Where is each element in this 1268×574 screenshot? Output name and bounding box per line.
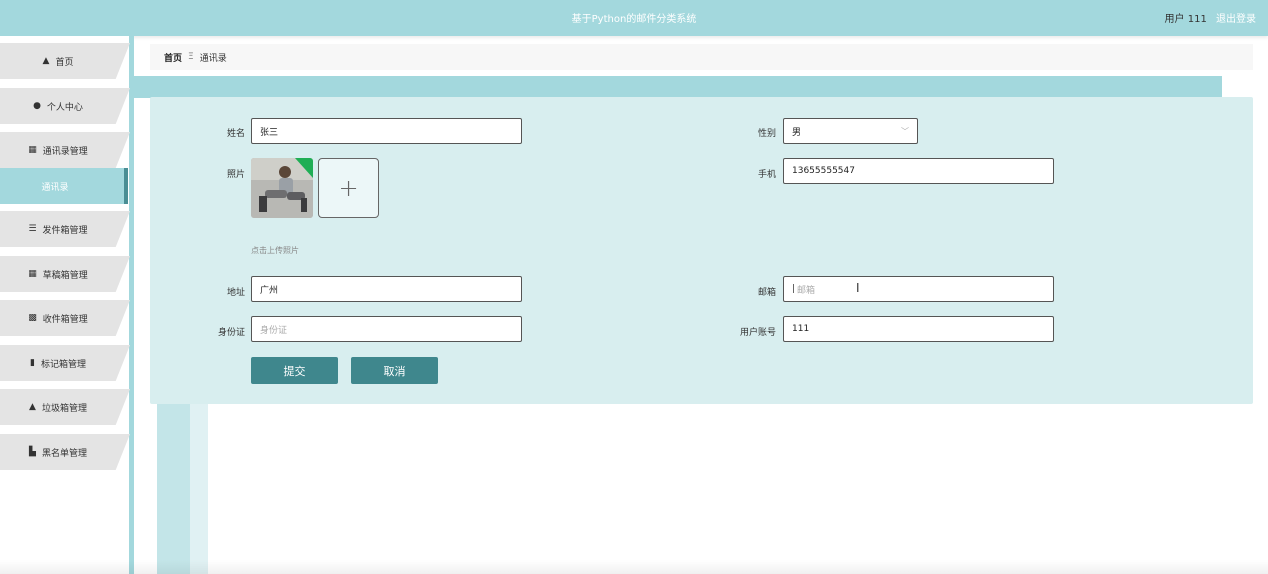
breadcrumb-home[interactable]: 首页: [164, 51, 182, 64]
email-label: 邮箱: [757, 288, 776, 298]
book-icon: ▙: [29, 447, 36, 457]
chevron-down-icon: ﹀: [901, 127, 909, 136]
sidebar-item-profile[interactable]: ● 个人中心: [0, 88, 130, 124]
grid-icon: ▦: [28, 145, 37, 155]
sidebar-item-label: 收件箱管理: [42, 314, 88, 325]
photo-label: 照片: [226, 170, 245, 180]
idcard-input[interactable]: 身份证: [251, 316, 522, 342]
contact-photo[interactable]: [251, 158, 313, 218]
email-input[interactable]: | 邮箱: [783, 276, 1054, 302]
bottom-shadow: [0, 560, 1268, 574]
phone-label: 手机: [757, 170, 776, 180]
sidebar-item-label: 通讯录: [41, 182, 69, 193]
sidebar-item-label: 发件箱管理: [42, 225, 88, 236]
name-input[interactable]: 张三: [251, 118, 522, 144]
plus-icon: +: [338, 174, 359, 202]
upload-hint-text: 点击上传照片: [251, 246, 299, 255]
text-cursor-icon: I: [856, 281, 860, 295]
cancel-button[interactable]: 取消: [351, 357, 438, 384]
user-area: 用户 111 退出登录: [1165, 10, 1256, 25]
sidebar-item-label: 首页: [55, 57, 74, 68]
account-input[interactable]: 111: [783, 316, 1054, 342]
sidebar-item-drafts-management[interactable]: ▦ 草稿箱管理: [0, 256, 130, 292]
sidebar-item-label: 个人中心: [46, 102, 83, 113]
gender-selected-value: 男: [792, 127, 802, 138]
content-decoration-top: [134, 76, 1222, 98]
sidebar-item-label: 标记箱管理: [40, 359, 86, 370]
sidebar-item-trash-management[interactable]: ▲ 垃圾箱管理: [0, 389, 130, 425]
grid-icon: ▦: [28, 269, 37, 279]
submit-button[interactable]: 提交: [251, 357, 338, 384]
gender-label: 性别: [757, 129, 776, 139]
app-title: 基于Python的邮件分类系统: [571, 14, 697, 25]
bar-chart-icon: ▮: [30, 358, 35, 368]
address-label: 地址: [226, 288, 245, 298]
sidebar-item-contacts-management[interactable]: ▦ 通讯录管理: [0, 132, 130, 168]
sidebar-item-label: 草稿箱管理: [42, 270, 88, 281]
sidebar-item-label: 垃圾箱管理: [41, 403, 87, 414]
person-photo-image: [251, 158, 313, 218]
sidebar-item-contacts[interactable]: 通讯录: [0, 168, 130, 204]
breadcrumb-current: 通讯录: [199, 53, 227, 64]
breadcrumb: 首页 Ξ 通讯录: [150, 44, 1253, 70]
active-indicator: [124, 168, 128, 204]
sidebar-item-inbox-management[interactable]: ▩ 收件箱管理: [0, 300, 130, 336]
name-label: 姓名: [226, 129, 245, 139]
breadcrumb-separator-icon: Ξ: [188, 52, 194, 62]
sidebar-item-label: 黑名单管理: [41, 448, 87, 459]
idcard-placeholder: 身份证: [260, 325, 288, 336]
upload-photo-button[interactable]: +: [318, 158, 379, 218]
sidebar-item-home[interactable]: ▲ 首页: [0, 43, 130, 79]
idcard-label: 身份证: [217, 328, 245, 338]
table-icon: ▩: [28, 313, 37, 323]
account-label: 用户账号: [739, 328, 776, 338]
phone-input[interactable]: 13655555547: [783, 158, 1054, 184]
address-input[interactable]: 广州: [251, 276, 522, 302]
sidebar-item-blacklist-management[interactable]: ▙ 黑名单管理: [0, 434, 130, 470]
sidebar-item-outbox-management[interactable]: ☰ 发件箱管理: [0, 211, 130, 247]
sidebar-item-marked-management[interactable]: ▮ 标记箱管理: [0, 345, 130, 381]
user-icon: ●: [33, 101, 41, 111]
text-caret: |: [792, 284, 796, 294]
logout-link[interactable]: 退出登录: [1216, 14, 1256, 25]
username-label: 用户 111: [1164, 14, 1207, 25]
list-icon: ☰: [28, 224, 37, 234]
email-placeholder: 邮箱: [797, 285, 816, 296]
trash-icon: ▲: [29, 402, 36, 412]
gender-select[interactable]: 男 ﹀: [783, 118, 918, 144]
sidebar-item-label: 通讯录管理: [42, 146, 88, 157]
home-icon: ▲: [42, 56, 50, 66]
top-header: 基于Python的邮件分类系统 用户 111 退出登录: [0, 0, 1268, 36]
